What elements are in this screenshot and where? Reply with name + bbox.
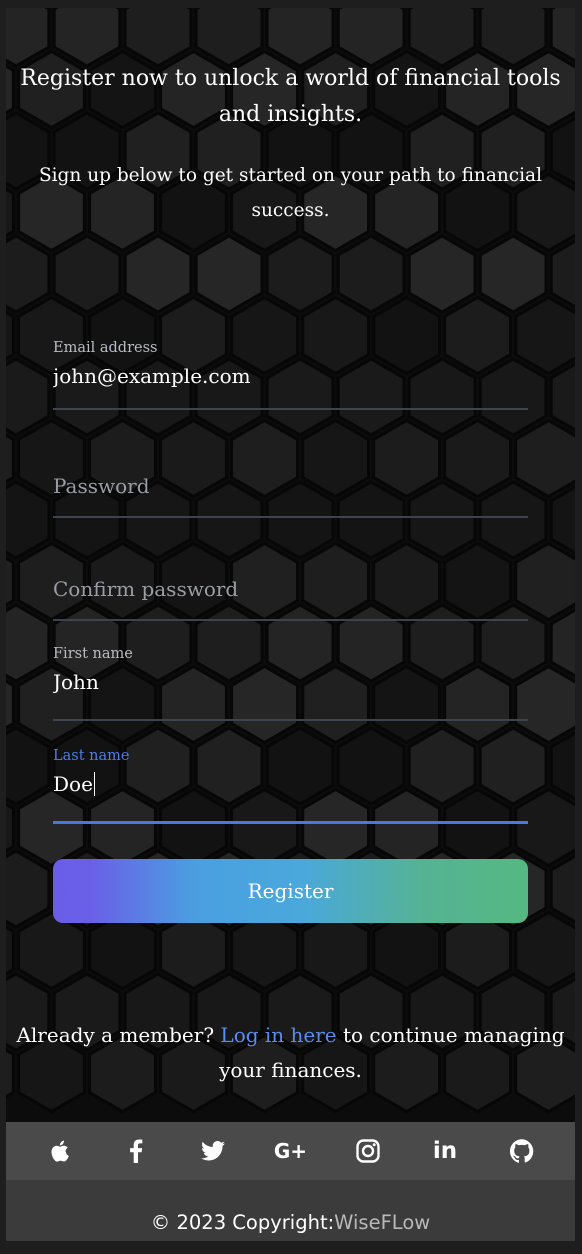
linkedin-icon[interactable]: in	[425, 1131, 465, 1171]
email-input[interactable]	[53, 364, 528, 388]
confirm-password-placeholder: Confirm password	[53, 577, 239, 601]
register-section: Register now to unlock a world of financ…	[6, 8, 575, 1122]
subheadline: Sign up below to get started on your pat…	[38, 165, 543, 221]
github-icon[interactable]	[502, 1131, 542, 1171]
confirm-password-underline	[53, 619, 528, 621]
first-name-input[interactable]	[53, 670, 528, 694]
google-plus-icon[interactable]: G+	[270, 1131, 310, 1171]
last-name-label: Last name	[53, 748, 130, 764]
footer: © 2023 Copyright: WiseFLow	[6, 1180, 575, 1241]
last-name-underline	[53, 821, 528, 824]
twitter-icon[interactable]	[193, 1131, 233, 1171]
social-bar: G+ in	[6, 1122, 575, 1180]
last-name-value: Doe	[53, 772, 93, 796]
headline: Register now to unlock a world of financ…	[20, 66, 561, 127]
instagram-icon[interactable]	[348, 1131, 388, 1171]
apple-icon[interactable]	[39, 1131, 79, 1171]
text-caret	[93, 771, 96, 796]
page-frame: Register now to unlock a world of financ…	[6, 8, 575, 1241]
last-name-input[interactable]: Doe	[53, 771, 528, 798]
login-link[interactable]: Log in here	[220, 1023, 336, 1047]
register-button[interactable]: Register	[53, 859, 528, 923]
login-prompt-before: Already a member?	[16, 1023, 221, 1047]
login-prompt: Already a member? Log in here to continu…	[10, 1018, 571, 1088]
brand-link[interactable]: WiseFLow	[334, 1211, 430, 1234]
last-name-field[interactable]: Last name Doe	[53, 748, 528, 824]
first-name-label: First name	[53, 646, 133, 662]
password-underline	[53, 516, 528, 518]
first-name-underline	[53, 719, 528, 721]
copyright-text: © 2023 Copyright:	[150, 1211, 335, 1234]
password-placeholder: Password	[53, 474, 150, 498]
first-name-field[interactable]: First name	[53, 646, 528, 721]
email-label: Email address	[53, 340, 158, 356]
email-underline	[53, 408, 528, 410]
confirm-password-field[interactable]: Confirm password	[53, 551, 528, 621]
facebook-icon[interactable]	[116, 1131, 156, 1171]
password-field[interactable]: Password	[53, 448, 528, 518]
email-field[interactable]: Email address	[53, 340, 528, 410]
